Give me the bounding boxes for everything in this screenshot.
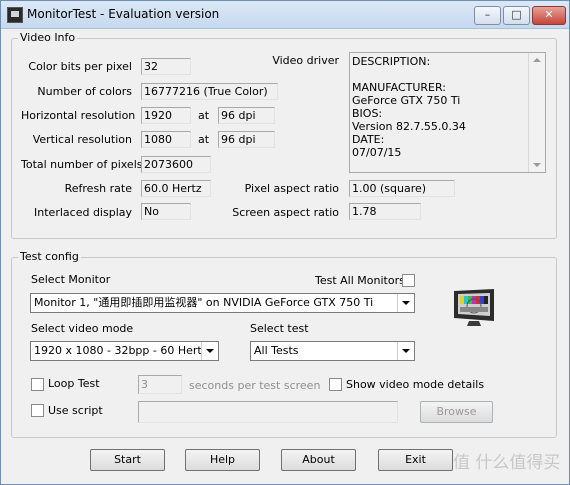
refresh-rate-value: 60.0 Hertz (141, 180, 211, 197)
dropdown-arrow-icon[interactable] (397, 294, 414, 312)
test-all-monitors-label: Test All Monitors (315, 274, 405, 287)
driver-line: Version 82.7.55.0.34 (352, 120, 466, 133)
scroll-up-icon[interactable] (533, 58, 541, 62)
minimize-button[interactable]: – (474, 6, 501, 25)
dropdown-arrow-icon[interactable] (201, 342, 218, 360)
driver-line: 07/07/15 (352, 146, 402, 159)
screen-aspect-label: Screen aspect ratio (232, 206, 339, 219)
test-pattern-monitor-icon (454, 289, 494, 326)
select-test-value: All Tests (254, 344, 299, 357)
select-monitor-dropdown[interactable]: Monitor 1, "通用即插即用监视器" on NVIDIA GeForce… (30, 293, 415, 313)
seconds-input[interactable]: 3 (138, 375, 182, 394)
help-button[interactable]: Help (185, 449, 260, 471)
select-video-mode-value: 1920 x 1080 - 32bpp - 60 Hertz (34, 344, 208, 357)
driver-line (350, 68, 545, 81)
driver-line: DATE: (352, 133, 385, 146)
select-video-mode-dropdown[interactable]: 1920 x 1080 - 32bpp - 60 Hertz (30, 341, 219, 361)
color-bits-value: 32 (141, 58, 191, 75)
pixel-aspect-value: 1.00 (square) (349, 180, 455, 197)
browse-button[interactable]: Browse (420, 401, 493, 423)
exit-button[interactable]: Exit (378, 449, 453, 471)
refresh-rate-label: Refresh rate (64, 182, 132, 195)
loop-test-checkbox[interactable] (31, 378, 44, 391)
maximize-button[interactable]: □ (503, 6, 530, 25)
use-script-checkbox[interactable] (31, 404, 44, 417)
interlaced-value: No (141, 203, 191, 220)
script-path-input[interactable] (138, 401, 398, 423)
video-driver-label: Video driver (272, 54, 339, 67)
v-res-at-label: at (198, 133, 210, 146)
driver-line: GeForce GTX 750 Ti (352, 94, 461, 107)
window-title: MonitorTest - Evaluation version (27, 7, 220, 21)
num-colors-label: Number of colors (37, 85, 132, 98)
h-res-at-label: at (198, 109, 210, 122)
scroll-down-icon[interactable] (533, 163, 541, 167)
show-video-mode-checkbox[interactable] (329, 378, 342, 391)
num-colors-value: 16777216 (True Color) (141, 83, 278, 100)
video-info-legend: Video Info (18, 31, 78, 44)
monitortest-window: MonitorTest - Evaluation version – □ ✕ V… (0, 0, 570, 485)
select-video-mode-label: Select video mode (31, 322, 134, 335)
loop-test-label: Loop Test (48, 377, 100, 390)
use-script-label: Use script (48, 404, 103, 417)
h-res-label: Horizontal resolution (21, 109, 136, 122)
driver-scrollbar[interactable] (528, 53, 545, 172)
select-monitor-value: Monitor 1, "通用即插即用监视器" on NVIDIA GeForce… (34, 296, 374, 309)
select-test-label: Select test (250, 322, 309, 335)
title-bar[interactable]: MonitorTest - Evaluation version – □ ✕ (1, 1, 569, 29)
seconds-per-screen-label: seconds per test screen (189, 379, 321, 392)
total-pixels-value: 2073600 (141, 156, 211, 173)
test-config-legend: Test config (18, 250, 81, 263)
about-button[interactable]: About (281, 449, 356, 471)
select-monitor-label: Select Monitor (31, 273, 111, 286)
select-test-dropdown[interactable]: All Tests (250, 341, 415, 361)
v-res-dpi: 96 dpi (218, 131, 275, 148)
close-button[interactable]: ✕ (532, 6, 566, 25)
dropdown-arrow-icon[interactable] (397, 342, 414, 360)
total-pixels-label: Total number of pixels (21, 158, 143, 171)
v-res-label: Vertical resolution (32, 133, 132, 146)
driver-line: MANUFACTURER: (352, 81, 446, 94)
watermark-text: 值 什么值得买 (453, 453, 561, 473)
test-all-monitors-checkbox[interactable] (402, 274, 415, 287)
app-monitor-icon (7, 7, 23, 23)
pixel-aspect-label: Pixel aspect ratio (244, 182, 339, 195)
h-res-value: 1920 (141, 107, 191, 124)
v-res-value: 1080 (141, 131, 191, 148)
driver-line: DESCRIPTION: (352, 55, 431, 68)
h-res-dpi: 96 dpi (218, 107, 275, 124)
video-driver-textbox[interactable]: DESCRIPTION: MANUFACTURER: GeForce GTX 7… (349, 52, 546, 173)
screen-aspect-value: 1.78 (349, 203, 421, 220)
color-bits-label: Color bits per pixel (28, 60, 132, 73)
driver-line: BIOS: (352, 107, 383, 120)
show-video-mode-label: Show video mode details (346, 378, 485, 391)
start-button[interactable]: Start (90, 449, 165, 471)
interlaced-label: Interlaced display (34, 206, 132, 219)
